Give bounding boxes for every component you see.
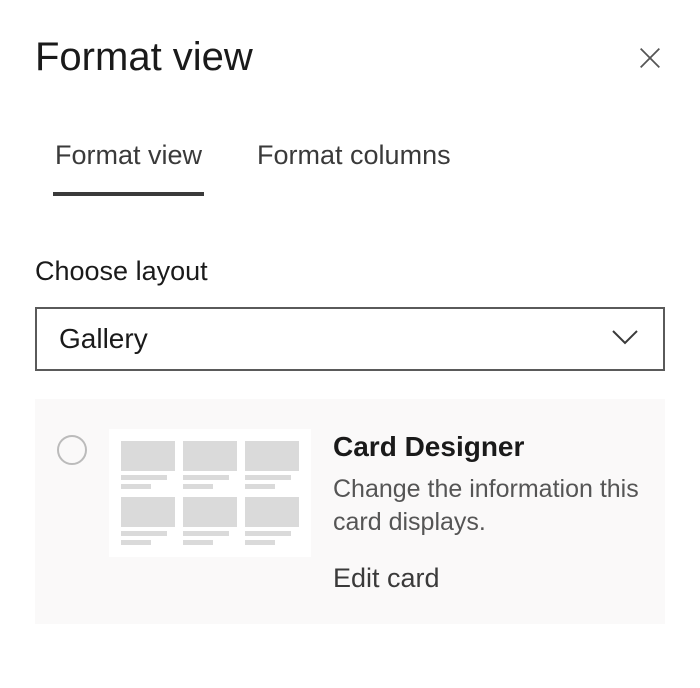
layout-dropdown[interactable]: Gallery bbox=[35, 307, 665, 371]
layout-dropdown-value: Gallery bbox=[59, 323, 148, 355]
card-content: Card Designer Change the information thi… bbox=[333, 429, 643, 594]
close-button[interactable] bbox=[635, 43, 665, 73]
panel-header: Format view bbox=[35, 35, 665, 80]
tab-format-view[interactable]: Format view bbox=[55, 140, 202, 196]
card-designer-option[interactable]: Card Designer Change the information thi… bbox=[35, 399, 665, 624]
card-designer-title: Card Designer bbox=[333, 431, 643, 463]
layout-section: Choose layout Gallery bbox=[35, 256, 665, 624]
card-designer-description: Change the information this card display… bbox=[333, 473, 643, 538]
chevron-down-icon bbox=[609, 327, 641, 352]
tab-format-columns[interactable]: Format columns bbox=[257, 140, 451, 196]
tab-bar: Format view Format columns bbox=[35, 140, 665, 196]
close-icon bbox=[636, 44, 664, 72]
edit-card-link[interactable]: Edit card bbox=[333, 563, 643, 594]
gallery-preview-icon bbox=[109, 429, 311, 557]
panel-title: Format view bbox=[35, 35, 253, 80]
radio-unselected[interactable] bbox=[57, 435, 87, 465]
layout-label: Choose layout bbox=[35, 256, 665, 287]
